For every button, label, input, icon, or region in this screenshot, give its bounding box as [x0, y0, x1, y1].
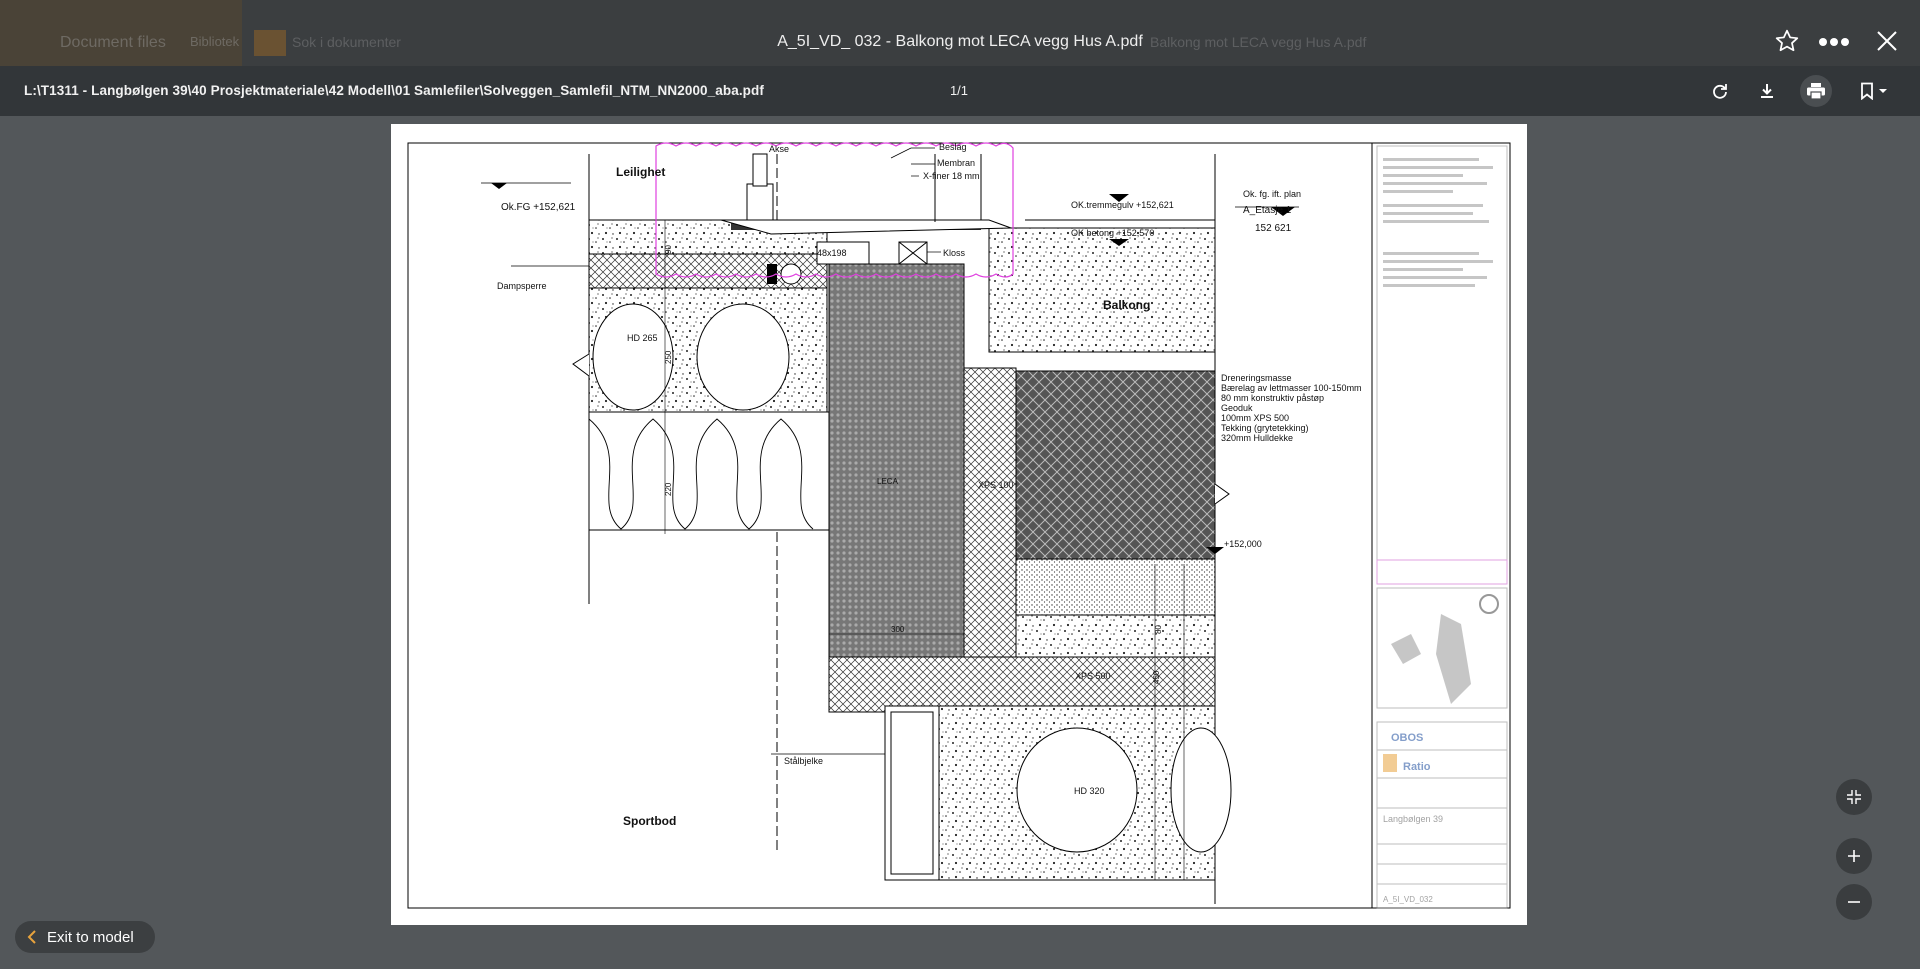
label-leca: LECA — [877, 477, 899, 486]
print-icon — [1807, 83, 1825, 100]
exit-to-model-button[interactable]: Exit to model — [15, 921, 155, 953]
zoom-in-button[interactable] — [1836, 838, 1872, 874]
minus-icon — [1848, 901, 1860, 903]
label-akse: Akse — [769, 144, 789, 154]
label-etasje: A_Etasje 1 — [1243, 205, 1292, 216]
label-elevation: 152 621 — [1255, 223, 1292, 234]
label-beslag: Beslag — [939, 142, 967, 152]
label-hd320: HD 320 — [1074, 786, 1105, 796]
label-kloss: Kloss — [943, 248, 966, 258]
dim-300: 300 — [891, 625, 905, 634]
label-ok-betong: OK betong +152,570 — [1071, 228, 1154, 238]
download-icon — [1761, 84, 1773, 98]
layer-item: Tekking (grytetekking) — [1221, 423, 1309, 433]
label-membran: Membran — [937, 158, 975, 168]
file-path: L:\T1311 - Langbølgen 39\40 Prosjektmate… — [24, 83, 764, 98]
label-level-152000: +152,000 — [1224, 539, 1262, 549]
title-block: OBOS Ratio Langbølgen 39 A_5I_VD_032 — [1376, 145, 1508, 909]
pdf-page[interactable]: Leilighet Akse Beslag Membran X-finer 18… — [391, 124, 1527, 925]
more-horizontal-icon — [1819, 38, 1849, 46]
star-icon — [1775, 29, 1799, 52]
layer-item: 320mm Hulldekke — [1221, 433, 1293, 443]
label-xps500: XPS 500 — [1075, 671, 1111, 681]
close-icon — [1877, 31, 1897, 51]
dim-90: 90 — [664, 245, 673, 254]
rotate-icon — [1713, 84, 1727, 99]
room-label-balkong: Balkong — [1103, 298, 1150, 312]
layer-item: Bærelag av lettmasser 100-150mm — [1221, 383, 1362, 393]
layer-item: 100mm XPS 500 — [1221, 413, 1289, 423]
layer-item: 80 mm konstruktiv påstøp — [1221, 393, 1324, 403]
layer-list: Dreneringsmasse Bærelag av lettmasser 10… — [1221, 373, 1362, 443]
dim-250: 250 — [664, 350, 673, 364]
chevron-left-icon — [27, 930, 36, 944]
collapse-icon — [1847, 790, 1861, 804]
exit-to-model-label: Exit to model — [47, 928, 134, 946]
bookmark-icon — [1861, 82, 1887, 100]
download-button[interactable] — [1751, 75, 1783, 107]
layer-item: Geoduk — [1221, 403, 1253, 413]
print-button[interactable] — [1800, 75, 1832, 107]
title-block-client: OBOS — [1391, 732, 1423, 744]
title-block-firm: Ratio — [1403, 761, 1431, 773]
title-block-project: Langbølgen 39 — [1383, 814, 1443, 824]
dim-450: 450 — [1152, 670, 1161, 684]
label-staalbjelke: Stålbjelke — [784, 756, 823, 766]
viewer-title-bar: A_5I_VD_ 032 - Balkong mot LECA vegg Hus… — [0, 0, 1920, 66]
rotate-button[interactable] — [1704, 75, 1736, 107]
bookmark-button[interactable] — [1854, 75, 1894, 107]
title-block-drawing-no: A_5I_VD_032 — [1383, 895, 1433, 904]
close-button[interactable] — [1872, 26, 1902, 56]
label-ok-tremmegulv: OK.tremmegulv +152,621 — [1071, 200, 1174, 210]
pdf-toolbar: L:\T1311 - Langbølgen 39\40 Prosjektmate… — [0, 66, 1920, 116]
document-title: A_5I_VD_ 032 - Balkong mot LECA vegg Hus… — [777, 33, 1143, 50]
plus-icon — [1848, 850, 1860, 862]
dim-80: 80 — [1154, 625, 1163, 634]
room-label-sportbod: Sportbod — [623, 814, 676, 828]
zoom-out-button[interactable] — [1836, 884, 1872, 920]
fit-to-page-button[interactable] — [1836, 779, 1872, 815]
label-xps100: XPS 100 — [978, 480, 1014, 490]
room-label-leilighet: Leilighet — [616, 165, 665, 179]
label-xfiner: X-finer 18 mm — [923, 171, 980, 181]
favorite-button[interactable] — [1772, 26, 1802, 56]
label-planke: 48x198 — [817, 248, 847, 258]
label-okfg-plan: Ok. fg. ift. plan — [1243, 189, 1301, 199]
label-dampsperre: Dampsperre — [497, 281, 547, 291]
dim-220: 220 — [664, 482, 673, 496]
more-options-button[interactable] — [1816, 30, 1852, 54]
layer-item: Dreneringsmasse — [1221, 373, 1292, 383]
label-okfg: Ok.FG +152,621 — [501, 202, 576, 213]
page-indicator: 1/1 — [949, 83, 969, 98]
label-hd265: HD 265 — [627, 333, 658, 343]
construction-drawing: Leilighet Akse Beslag Membran X-finer 18… — [407, 142, 1511, 909]
